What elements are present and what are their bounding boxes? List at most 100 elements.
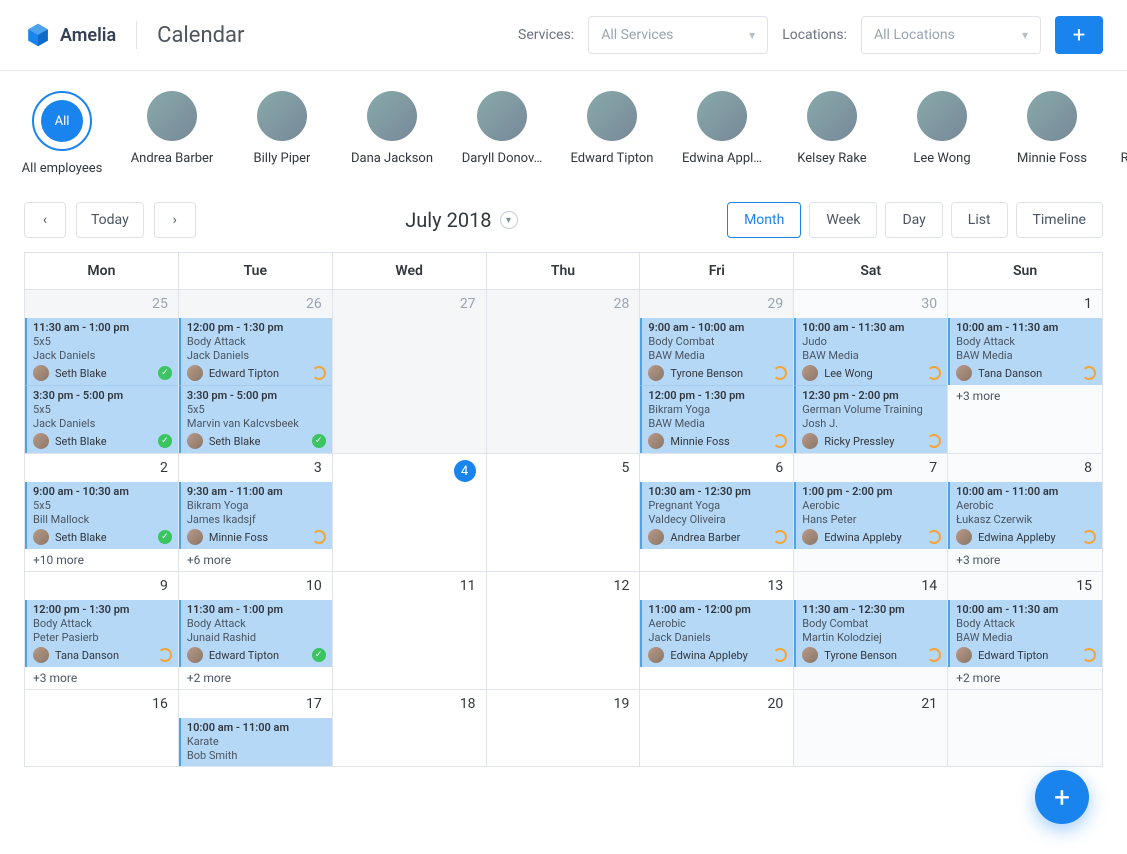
view-switcher: MonthWeekDayListTimeline xyxy=(727,202,1103,238)
services-placeholder: All Services xyxy=(601,27,673,43)
staff-avatar xyxy=(187,529,203,545)
calendar-day[interactable]: 11 xyxy=(333,571,487,689)
more-events-link[interactable]: +3 more xyxy=(948,385,1102,407)
calendar-day[interactable]: 2511:30 am - 1:00 pm5x5Jack DanielsSeth … xyxy=(25,289,179,453)
staff-avatar xyxy=(648,647,664,663)
calendar-day[interactable]: 3010:00 am - 11:30 amJudoBAW MediaLee Wo… xyxy=(794,289,948,453)
calendar-event[interactable]: 9:00 am - 10:00 amBody CombatBAW MediaTy… xyxy=(640,318,793,385)
prev-button[interactable]: ‹ xyxy=(24,202,66,238)
employee-filter-item[interactable]: Andrea Barber xyxy=(134,91,210,176)
calendar-event[interactable]: 11:30 am - 12:30 pmBody CombatMartin Kol… xyxy=(794,600,947,667)
calendar-day[interactable]: 28 xyxy=(487,289,641,453)
next-button[interactable]: › xyxy=(154,202,196,238)
view-list[interactable]: List xyxy=(951,202,1008,238)
employee-filter-item[interactable]: Edwina Appl… xyxy=(684,91,760,176)
month-dropdown-icon[interactable]: ▾ xyxy=(500,211,518,229)
employee-filter-item[interactable]: Dana Jackson xyxy=(354,91,430,176)
calendar-day[interactable]: 912:00 pm - 1:30 pmBody AttackPeter Pasi… xyxy=(25,571,179,689)
divider xyxy=(136,21,137,49)
event-service: Body Attack xyxy=(956,335,1096,348)
calendar-event[interactable]: 10:30 am - 12:30 pmPregnant YogaValdecy … xyxy=(640,482,793,549)
calendar-event[interactable]: 3:30 pm - 5:00 pm5x5Jack DanielsSeth Bla… xyxy=(25,385,178,453)
calendar-day[interactable]: 1411:30 am - 12:30 pmBody CombatMartin K… xyxy=(794,571,948,689)
status-approved-icon: ✓ xyxy=(312,648,326,662)
calendar-event[interactable]: 9:30 am - 11:00 amBikram YogaJames Ikads… xyxy=(179,482,332,549)
calendar-event[interactable]: 10:00 am - 11:00 amAerobicŁukasz Czerwik… xyxy=(948,482,1102,549)
event-client: Bill Mallock xyxy=(33,513,172,526)
calendar-day[interactable]: 5 xyxy=(487,453,641,571)
more-events-link[interactable]: +3 more xyxy=(25,667,178,689)
more-events-link[interactable]: +2 more xyxy=(948,667,1102,689)
calendar-day[interactable]: 19 xyxy=(487,689,641,766)
calendar-day[interactable]: 39:30 am - 11:00 amBikram YogaJames Ikad… xyxy=(179,453,333,571)
calendar-event[interactable]: 12:30 pm - 2:00 pmGerman Volume Training… xyxy=(794,385,947,453)
month-text: July 2018 xyxy=(405,208,491,232)
calendar-event[interactable]: 12:00 pm - 1:30 pmBikram YogaBAW MediaMi… xyxy=(640,385,793,453)
calendar-day[interactable]: 610:30 am - 12:30 pmPregnant YogaValdecy… xyxy=(640,453,794,571)
calendar-day[interactable]: 29:00 am - 10:30 am5x5Bill MallockSeth B… xyxy=(25,453,179,571)
view-week[interactable]: Week xyxy=(809,202,877,238)
calendar-event[interactable]: 1:00 pm - 2:00 pmAerobicHans PeterEdwina… xyxy=(794,482,947,549)
event-client: Jack Daniels xyxy=(33,349,172,362)
calendar-event[interactable]: 11:30 am - 1:00 pm5x5Jack DanielsSeth Bl… xyxy=(25,318,178,385)
add-button[interactable]: + xyxy=(1055,16,1103,54)
calendar-event[interactable]: 12:00 pm - 1:30 pmBody AttackPeter Pasie… xyxy=(25,600,178,667)
calendar-day[interactable]: 21 xyxy=(794,689,948,766)
calendar-body: 2 5 11:30 am - 1:00 pm5x5Jack DanielsSeth … xyxy=(25,289,1102,766)
more-events-link[interactable]: +10 more xyxy=(25,549,178,571)
event-time: 11:30 am - 1:00 pm xyxy=(33,321,172,334)
calendar-event[interactable]: 9:00 am - 10:30 am5x5Bill MallockSeth Bl… xyxy=(25,482,178,549)
fab-add-button[interactable]: + xyxy=(1035,770,1089,824)
calendar-day[interactable]: 110:00 am - 11:30 amBody AttackBAW Media… xyxy=(948,289,1102,453)
calendar-event[interactable]: 10:00 am - 11:00 amKarateBob Smith xyxy=(179,718,332,766)
more-events-link[interactable]: +2 more xyxy=(179,667,332,689)
view-month[interactable]: Month xyxy=(727,202,801,238)
calendar-day[interactable]: 4 xyxy=(333,453,487,571)
staff-avatar xyxy=(956,365,972,381)
calendar-day[interactable]: 18 xyxy=(333,689,487,766)
calendar-day[interactable]: 1311:00 am - 12:00 pmAerobicJack Daniels… xyxy=(640,571,794,689)
calendar-event[interactable]: 11:00 am - 12:00 pmAerobicJack DanielsEd… xyxy=(640,600,793,667)
calendar-day[interactable]: 2612:00 pm - 1:30 pmBody AttackJack Dani… xyxy=(179,289,333,453)
calendar-event[interactable]: 12:00 pm - 1:30 pmBody AttackJack Daniel… xyxy=(179,318,332,385)
calendar-day[interactable]: 12 xyxy=(487,571,641,689)
date-number: 2 xyxy=(25,454,178,482)
employee-filter-item[interactable]: Kelsey Rake xyxy=(794,91,870,176)
calendar-event[interactable]: 10:00 am - 11:30 amBody AttackBAW MediaT… xyxy=(948,318,1102,385)
calendar-day[interactable]: 27 xyxy=(333,289,487,453)
calendar-day[interactable]: 1011:30 am - 1:00 pmBody AttackJunaid Ra… xyxy=(179,571,333,689)
logo[interactable]: Amelia xyxy=(24,21,116,49)
date-number: 1 xyxy=(948,290,1102,318)
employee-filter-item[interactable]: Minnie Foss xyxy=(1014,91,1090,176)
calendar-day[interactable]: 1510:00 am - 11:30 amBody AttackBAW Medi… xyxy=(948,571,1102,689)
staff-name: Edwina Appleby xyxy=(824,531,901,544)
view-timeline[interactable]: Timeline xyxy=(1016,202,1103,238)
calendar-day[interactable]: 16 xyxy=(25,689,179,766)
calendar-day[interactable]: 810:00 am - 11:00 amAerobicŁukasz Czerwi… xyxy=(948,453,1102,571)
staff-name: Edward Tipton xyxy=(209,649,279,662)
chevron-left-icon: ‹ xyxy=(43,212,47,228)
event-time: 3:30 pm - 5:00 pm xyxy=(187,389,326,402)
more-events-link[interactable]: +6 more xyxy=(179,549,332,571)
locations-select[interactable]: All Locations ▾ xyxy=(861,16,1041,54)
calendar-day[interactable]: 1710:00 am - 11:00 amKarateBob Smith xyxy=(179,689,333,766)
calendar-day[interactable]: 20 xyxy=(640,689,794,766)
calendar-event[interactable]: 11:30 am - 1:00 pmBody AttackJunaid Rash… xyxy=(179,600,332,667)
view-day[interactable]: Day xyxy=(885,202,942,238)
employee-filter-item[interactable]: Lee Wong xyxy=(904,91,980,176)
today-button[interactable]: Today xyxy=(76,202,144,238)
employee-filter-item[interactable]: Edward Tipton xyxy=(574,91,650,176)
calendar-day[interactable]: 299:00 am - 10:00 amBody CombatBAW Media… xyxy=(640,289,794,453)
more-events-link[interactable]: +3 more xyxy=(948,549,1102,571)
calendar-day[interactable]: 71:00 pm - 2:00 pmAerobicHans PeterEdwin… xyxy=(794,453,948,571)
calendar-event[interactable]: 10:00 am - 11:30 amJudoBAW MediaLee Wong xyxy=(794,318,947,385)
employee-filter-item[interactable]: Billy Piper xyxy=(244,91,320,176)
employee-filter-item[interactable]: Daryll Donov… xyxy=(464,91,540,176)
employee-filter-item[interactable]: AllAll employees xyxy=(24,91,100,176)
plus-icon: + xyxy=(1054,781,1070,814)
calendar-day[interactable] xyxy=(948,689,1102,766)
calendar-event[interactable]: 3:30 pm - 5:00 pm5x5Marvin van Kalcvsbee… xyxy=(179,385,332,453)
services-select[interactable]: All Services ▾ xyxy=(588,16,768,54)
event-time: 1:00 pm - 2:00 pm xyxy=(802,485,941,498)
calendar-event[interactable]: 10:00 am - 11:30 amBody AttackBAW MediaE… xyxy=(948,600,1102,667)
